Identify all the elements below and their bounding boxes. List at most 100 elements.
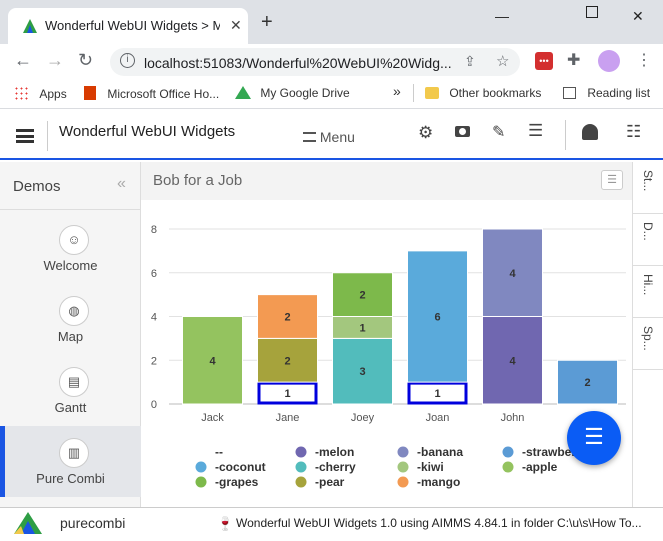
widget-title: Bob for a Job bbox=[153, 172, 243, 189]
reload-icon[interactable]: ↻ bbox=[78, 50, 93, 71]
status-text: Wonderful WebUI Widgets 1.0 using AIMMS … bbox=[236, 516, 642, 530]
hamburger-icon[interactable] bbox=[16, 129, 34, 143]
sidebar-item-label: Welcome bbox=[43, 258, 98, 273]
maximize-icon[interactable] bbox=[586, 6, 598, 18]
app-title: Wonderful WebUI Widgets bbox=[59, 123, 236, 140]
legend-swatch bbox=[295, 476, 307, 488]
notifications-bell-icon[interactable] bbox=[582, 124, 598, 140]
status-bar: purecombi 🍷 Wonderful WebUI Widgets 1.0 … bbox=[0, 507, 663, 541]
extensions-puzzle-icon[interactable]: ✚ bbox=[567, 50, 580, 70]
bar-chart: 024684Jack122Jane312Joey16Joan44John2-- -… bbox=[151, 224, 626, 489]
bookmarks-bar: Apps Microsoft Office Ho... My Google Dr… bbox=[0, 79, 663, 109]
close-window-icon[interactable]: ✕ bbox=[632, 8, 644, 25]
bookmark-divider bbox=[413, 84, 414, 102]
y-tick-label: 4 bbox=[151, 312, 157, 324]
x-tick-label: Jack bbox=[201, 412, 224, 424]
data-label: 1 bbox=[434, 388, 440, 400]
x-tick-label: Joey bbox=[351, 412, 375, 424]
settings-gear-icon[interactable]: ⚙ bbox=[418, 123, 433, 143]
side-tab-st[interactable]: St... bbox=[633, 162, 663, 214]
reading-list[interactable]: Reading list bbox=[563, 86, 650, 100]
aimms-logo-icon bbox=[14, 512, 42, 534]
camera-icon[interactable] bbox=[455, 126, 470, 137]
legend-label: -grapes bbox=[215, 475, 259, 489]
drive-icon bbox=[235, 86, 251, 99]
y-tick-label: 8 bbox=[151, 224, 157, 236]
data-label: 3 bbox=[359, 366, 365, 378]
star-icon[interactable]: ☆ bbox=[496, 52, 509, 70]
legend-swatch bbox=[195, 446, 207, 458]
minimize-icon[interactable]: — bbox=[495, 8, 509, 24]
app-header: Wonderful WebUI Widgets Menu ⚙ ✎ ☰ ☷ bbox=[0, 111, 663, 160]
data-label: 2 bbox=[284, 312, 290, 324]
data-label: 2 bbox=[359, 290, 365, 302]
close-tab-icon[interactable]: ✕ bbox=[230, 17, 242, 34]
bookmark-apps[interactable]: Apps bbox=[14, 86, 67, 101]
data-label: 1 bbox=[284, 388, 290, 400]
list-icon[interactable]: ☰ bbox=[528, 121, 543, 141]
sidebar-item-label: Gantt bbox=[54, 400, 87, 415]
data-label: 6 bbox=[434, 312, 440, 324]
legend-swatch bbox=[295, 461, 307, 473]
sidebar-header: Demos « bbox=[0, 162, 141, 210]
sidebar-title: Demos bbox=[13, 178, 61, 195]
chart-icon: ▥ bbox=[59, 438, 89, 468]
legend-swatch bbox=[397, 446, 409, 458]
legend-swatch bbox=[397, 461, 409, 473]
legend-label: -coconut bbox=[215, 460, 266, 474]
extension-icon[interactable]: ••• bbox=[535, 52, 553, 70]
legend-label: -banana bbox=[417, 445, 463, 459]
legend-swatch bbox=[195, 476, 207, 488]
collapse-sidebar-icon[interactable]: « bbox=[117, 175, 126, 193]
data-label: 2 bbox=[584, 377, 590, 389]
apps-grid-icon bbox=[14, 86, 28, 100]
app-name: purecombi bbox=[60, 515, 126, 531]
header-divider-2 bbox=[565, 120, 566, 150]
menu-button[interactable]: Menu bbox=[303, 129, 355, 145]
reading-list-icon bbox=[563, 87, 576, 99]
legend-label: -pear bbox=[315, 475, 345, 489]
bookmark-office[interactable]: Microsoft Office Ho... bbox=[84, 86, 219, 101]
legend-label: -kiwi bbox=[417, 460, 444, 474]
legend-label: -- bbox=[215, 445, 223, 459]
wine-glass-icon: 🍷 bbox=[217, 516, 234, 531]
side-tab-hi[interactable]: Hi... bbox=[633, 266, 663, 318]
globe-icon: ◍ bbox=[59, 296, 89, 326]
menu-lines-icon bbox=[303, 132, 316, 142]
browser-toolbar: ← → ↻ i localhost:51083/Wonderful%20WebU… bbox=[0, 44, 663, 79]
sidebar-item-welcome[interactable]: ☺ Welcome bbox=[0, 213, 141, 284]
right-side-tabs: St... D... Hi... Sp... bbox=[632, 162, 663, 507]
sidebar-item-pure-combi[interactable]: ▥ Pure Combi bbox=[0, 426, 141, 497]
browser-tab[interactable]: Wonderful WebUI Widgets > Ma ✕ bbox=[8, 8, 248, 44]
data-label: 4 bbox=[509, 355, 516, 367]
share-icon[interactable]: ⇪ bbox=[464, 53, 476, 70]
bookmarks-overflow-icon[interactable]: » bbox=[393, 83, 401, 99]
y-tick-label: 0 bbox=[151, 399, 157, 411]
profile-avatar[interactable] bbox=[598, 50, 620, 72]
address-bar[interactable]: i localhost:51083/Wonderful%20WebUI%20Wi… bbox=[110, 48, 520, 76]
x-tick-label: Joan bbox=[426, 412, 450, 424]
tab-title: Wonderful WebUI Widgets > Ma bbox=[45, 18, 220, 33]
legend-swatch bbox=[502, 446, 514, 458]
other-bookmarks[interactable]: Other bookmarks bbox=[425, 86, 541, 100]
back-icon[interactable]: ← bbox=[14, 50, 32, 71]
bookmark-drive[interactable]: My Google Drive bbox=[235, 86, 350, 100]
data-label: 4 bbox=[509, 268, 516, 280]
x-tick-label: Jane bbox=[276, 412, 300, 424]
sliders-icon[interactable]: ☷ bbox=[626, 122, 641, 142]
sidebar: Demos « ☺ Welcome ◍ Map ▤ Gantt ▥ Pure C… bbox=[0, 162, 141, 507]
fab-menu-button[interactable]: ☰ bbox=[567, 411, 621, 465]
sidebar-item-gantt[interactable]: ▤ Gantt bbox=[0, 355, 141, 426]
widget-menu-icon[interactable]: ☰ bbox=[601, 170, 623, 190]
new-tab-icon[interactable]: + bbox=[261, 12, 273, 32]
side-tab-sp[interactable]: Sp... bbox=[633, 318, 663, 370]
legend-label: -melon bbox=[315, 445, 354, 459]
edit-pencil-icon[interactable]: ✎ bbox=[492, 122, 505, 142]
forward-icon[interactable]: → bbox=[46, 50, 64, 71]
legend-label: -cherry bbox=[315, 460, 356, 474]
side-tab-d[interactable]: D... bbox=[633, 214, 663, 266]
sidebar-item-map[interactable]: ◍ Map bbox=[0, 284, 141, 355]
info-icon[interactable]: i bbox=[120, 53, 135, 68]
y-tick-label: 2 bbox=[151, 355, 157, 367]
browser-menu-icon[interactable]: ⋮ bbox=[636, 50, 652, 70]
